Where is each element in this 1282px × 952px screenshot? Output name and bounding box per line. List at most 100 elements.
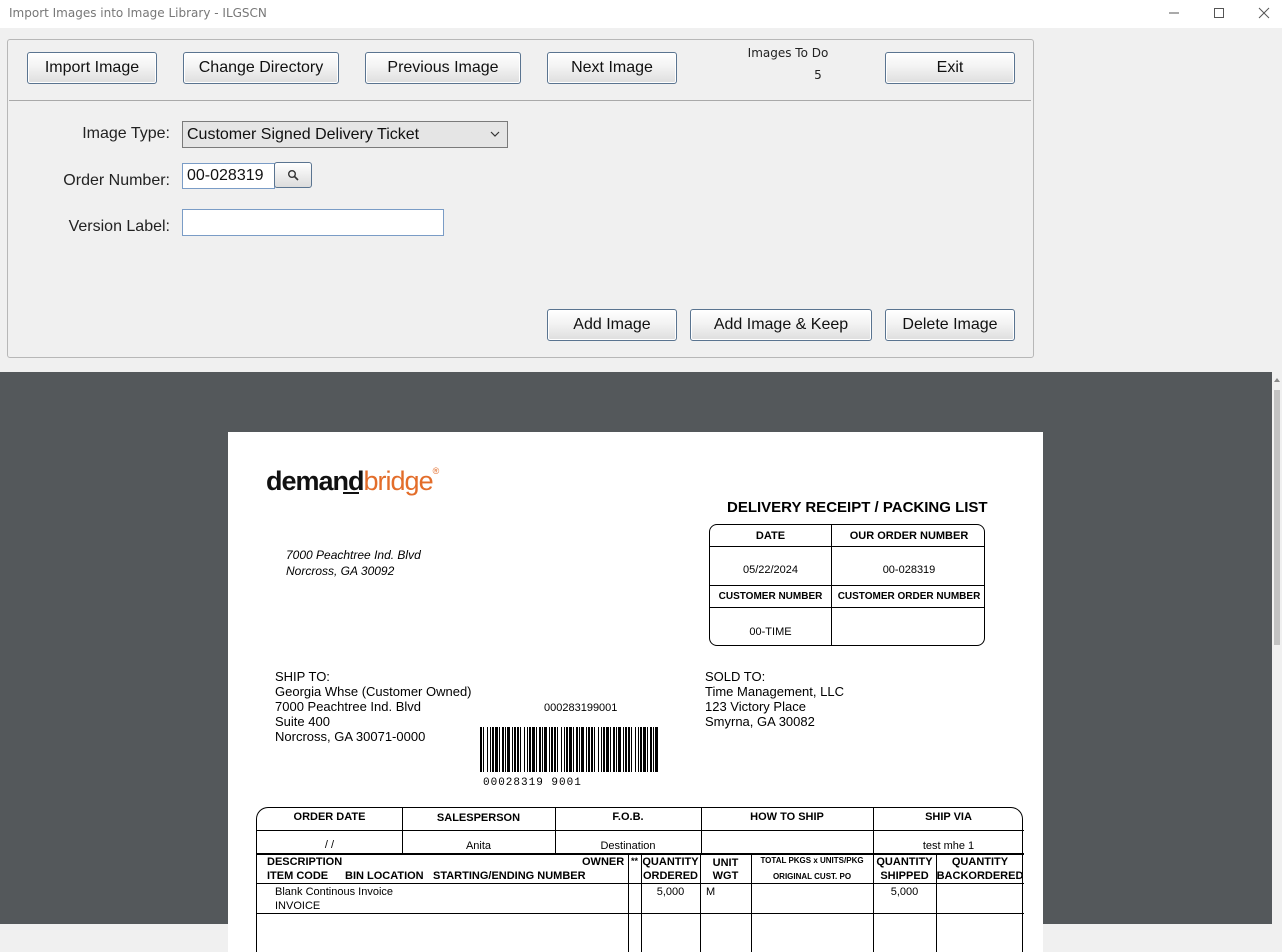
previous-image-button[interactable]: Previous Image xyxy=(365,52,521,84)
ship-via-value: test mhe 1 xyxy=(922,840,975,852)
title-bar: Import Images into Image Library - ILGSC… xyxy=(0,0,1282,28)
sold-to-line1: Time Management, LLC xyxy=(705,684,844,699)
date-value: 05/22/2024 xyxy=(742,564,799,576)
item-code-label: ITEM CODE xyxy=(267,870,329,882)
ship-to-line4: Norcross, GA 30071-0000 xyxy=(275,729,426,744)
order-details-table: ORDER DATE SALESPERSON F.O.B. HOW TO SHI… xyxy=(256,807,1024,952)
quantity-label: QUANTITY xyxy=(642,856,699,868)
customer-number-label: CUSTOMER NUMBER xyxy=(718,591,823,602)
how-to-ship-label: HOW TO SHIP xyxy=(750,811,824,823)
description-label: DESCRIPTION xyxy=(267,856,343,868)
version-label-input[interactable] xyxy=(182,209,444,236)
sold-to-line3: Smyrna, GA 30082 xyxy=(705,714,815,729)
order-number-label: Order Number: xyxy=(63,172,170,189)
company-address: 7000 Peachtree Ind. Blvd Norcross, GA 30… xyxy=(286,547,421,579)
delete-image-label: Delete Image xyxy=(902,316,998,333)
address-line1: 7000 Peachtree Ind. Blvd xyxy=(286,548,421,562)
order-lookup-button[interactable] xyxy=(274,162,312,188)
image-type-value: Customer Signed Delivery Ticket xyxy=(187,125,420,143)
exit-label: Exit xyxy=(936,59,964,76)
salesperson-label: SALESPERSON xyxy=(436,812,521,824)
address-line2: Norcross, GA 30092 xyxy=(286,564,395,578)
owner-label: OWNER xyxy=(582,856,625,868)
wgt-label: WGT xyxy=(712,870,739,882)
toolbar-divider xyxy=(9,100,1031,101)
row1-unit: M xyxy=(706,886,716,898)
maximize-icon[interactable] xyxy=(1196,0,1242,26)
fob-value: Destination xyxy=(600,840,656,852)
change-directory-label: Change Directory xyxy=(198,59,324,76)
barcode-number: 000283199001 xyxy=(544,702,618,714)
scrollbar-thumb[interactable] xyxy=(1274,390,1280,645)
document-title: DELIVERY RECEIPT / PACKING LIST xyxy=(727,499,988,516)
unit-label: UNIT xyxy=(712,857,739,869)
quantity-backordered-label: QUANTITY xyxy=(951,856,1009,868)
close-icon[interactable] xyxy=(1241,0,1282,26)
add-image-button[interactable]: Add Image xyxy=(547,309,677,341)
ship-to-label: SHIP TO: xyxy=(275,669,330,684)
next-image-label: Next Image xyxy=(571,59,653,76)
customer-number-value: 00-TIME xyxy=(749,626,792,638)
barcode-text: 00028319 9001 xyxy=(483,777,582,789)
order-number-input[interactable]: 00-028319 xyxy=(182,163,275,189)
chevron-down-icon xyxy=(490,131,500,137)
our-order-number-label: OUR ORDER NUMBER xyxy=(849,530,969,542)
next-image-button[interactable]: Next Image xyxy=(547,52,677,84)
search-icon xyxy=(288,170,299,181)
add-image-keep-label: Add Image & Keep xyxy=(713,316,849,333)
ship-to-block: SHIP TO: Georgia Whse (Customer Owned) 7… xyxy=(275,669,472,744)
row1-shipped: 5,000 xyxy=(890,886,919,898)
version-label-label: Version Label: xyxy=(68,218,170,235)
shipped-label: SHIPPED xyxy=(880,870,929,882)
ship-to-line1: Georgia Whse (Customer Owned) xyxy=(275,684,472,699)
ship-to-line3: Suite 400 xyxy=(275,714,330,729)
bin-location-label: BIN LOCATION xyxy=(345,870,424,882)
order-date-value: / / xyxy=(324,839,335,851)
logo-reg: ® xyxy=(432,466,440,476)
order-number-value: 00-028319 xyxy=(187,167,264,184)
original-po-label: ORIGINAL CUST. PO xyxy=(772,872,852,881)
row1-description: Blank Continous Invoice xyxy=(275,886,394,898)
sold-to-label: SOLD TO: xyxy=(705,669,766,684)
logo-underline xyxy=(343,492,359,494)
order-date-label: ORDER DATE xyxy=(293,811,366,823)
our-order-number-value: 00-028319 xyxy=(882,564,936,576)
quantity-shipped-label: QUANTITY xyxy=(876,856,933,868)
vertical-scrollbar[interactable] xyxy=(1272,372,1282,924)
date-label: DATE xyxy=(755,530,786,542)
total-pkgs-label: TOTAL PKGS x UNITS/PKG xyxy=(760,856,864,865)
ship-to-line2: 7000 Peachtree Ind. Blvd xyxy=(275,699,421,714)
exit-button[interactable]: Exit xyxy=(885,52,1015,84)
logo-part2: bridge xyxy=(363,466,434,496)
images-to-do-count: 5 xyxy=(814,68,822,82)
ordered-label: ORDERED xyxy=(642,870,698,882)
sold-to-block: SOLD TO: Time Management, LLC 123 Victor… xyxy=(705,669,844,729)
fob-label: F.O.B. xyxy=(612,811,644,823)
starting-ending-label: STARTING/ENDING NUMBER xyxy=(433,870,586,882)
row1-ordered: 5,000 xyxy=(656,886,685,898)
delivery-receipt-document: demandbridge® 7000 Peachtree Ind. Blvd N… xyxy=(228,432,1043,952)
star-label: ** xyxy=(630,856,638,866)
order-header-box: DATE OUR ORDER NUMBER 05/22/2024 00-0283… xyxy=(709,524,985,646)
add-image-keep-button[interactable]: Add Image & Keep xyxy=(690,309,872,341)
images-to-do-label: Images To Do xyxy=(747,46,829,60)
image-type-label: Image Type: xyxy=(82,125,170,142)
import-image-button[interactable]: Import Image xyxy=(27,52,157,84)
ship-via-label: SHIP VIA xyxy=(925,811,972,823)
import-image-label: Import Image xyxy=(44,59,140,76)
row1-item-code: INVOICE xyxy=(275,900,321,912)
delete-image-button[interactable]: Delete Image xyxy=(885,309,1015,341)
image-type-select[interactable]: Customer Signed Delivery Ticket xyxy=(182,121,508,148)
change-directory-button[interactable]: Change Directory xyxy=(183,52,339,84)
minimize-icon[interactable] xyxy=(1151,0,1197,26)
control-panel xyxy=(7,39,1034,358)
window-title: Import Images into Image Library - ILGSC… xyxy=(9,6,267,20)
barcode xyxy=(480,727,658,772)
scroll-up-icon[interactable] xyxy=(1273,376,1281,384)
backordered-label: BACKORDERED xyxy=(936,870,1024,882)
salesperson-value: Anita xyxy=(465,840,492,852)
sold-to-line2: 123 Victory Place xyxy=(705,699,806,714)
previous-image-label: Previous Image xyxy=(387,59,499,76)
customer-order-number-label: CUSTOMER ORDER NUMBER xyxy=(837,591,981,602)
add-image-label: Add Image xyxy=(573,316,651,333)
